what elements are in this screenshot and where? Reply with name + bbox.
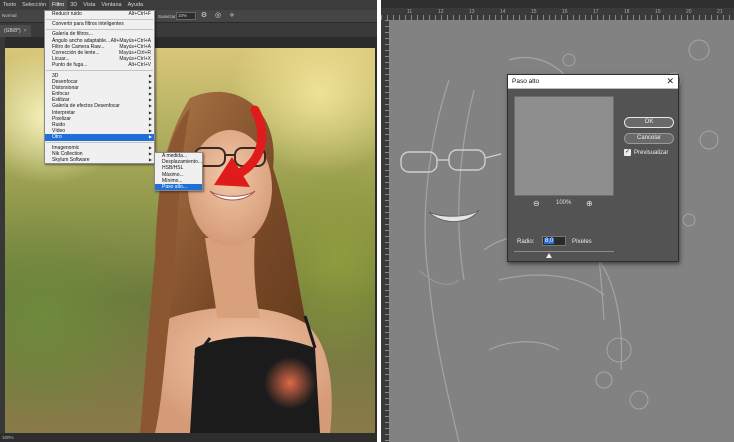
menu-item-label: Distorsionar (52, 84, 79, 91)
high-pass-dialog: Paso alto ✕ ⊖ 100% ⊕ OK Cancelar ✓ Previ… (507, 74, 679, 262)
menu-vista[interactable]: Vista (80, 0, 98, 10)
ruler-number: 18 (624, 9, 630, 15)
menu-separator (46, 142, 153, 144)
menu-item-label: Ruido (52, 122, 66, 128)
submenu-arrow-icon: ▶ (148, 156, 152, 162)
menu-item-label: Punto de fuga... (52, 62, 88, 69)
menu-item-otro[interactable]: Otro ▶ (45, 134, 154, 141)
menu-item-punto-de-fuga[interactable]: Punto de fuga... Alt+Ctrl+V (45, 62, 154, 68)
menu-ventana[interactable]: Ventana (98, 0, 124, 10)
preview-checkbox[interactable]: ✓ (624, 149, 631, 156)
radius-input[interactable]: 8,0 (542, 236, 566, 246)
menu-item-paso-alto[interactable]: Paso alto... (155, 183, 202, 191)
smoothing-label: Suavizar: (158, 14, 177, 19)
menu-item-label: Desenfocar (52, 78, 78, 85)
menu-item-label: 3D (52, 72, 59, 79)
menu-separator (46, 28, 153, 30)
ruler-number: 14 (500, 9, 506, 15)
menu-ayuda[interactable]: Ayuda (125, 0, 147, 10)
menu-separator (46, 18, 153, 20)
ruler-number: 15 (531, 9, 537, 15)
ruler-number: 11 (407, 9, 413, 15)
menu-item-label: Máximo... (162, 171, 184, 178)
menu-item-shortcut: Alt+Ctrl+F (128, 11, 151, 17)
vertical-ruler-right (381, 20, 389, 442)
menu-item-label: Desplazamiento... (162, 159, 203, 166)
preview-checkbox-label: Previsualizar (634, 149, 669, 156)
menu-item-label: Corrección de lente... (52, 49, 100, 56)
radius-slider-track[interactable] (514, 251, 614, 252)
menu-item-label: Convertir para filtros inteligentes (52, 21, 124, 28)
close-icon[interactable]: ✕ (666, 77, 674, 86)
ruler-number: 12 (438, 9, 444, 15)
menu-texto[interactable]: Texto (0, 0, 19, 10)
menu-item-label: HSB/HSL (162, 165, 184, 172)
smoothing-input[interactable]: 10% (176, 12, 196, 20)
gear-icon[interactable]: ⚙ (200, 12, 208, 20)
menu-item-label: Estilizar (52, 97, 70, 104)
menu-item-label: Galería de efectos Desenfocar (52, 103, 120, 110)
menu-item-label: A medida... (162, 153, 188, 159)
menu-item-label: Galería de filtros... (52, 31, 93, 38)
red-arrow-pointer (214, 105, 267, 187)
preview-thumbnail[interactable] (514, 96, 614, 196)
dialog-titlebar: Paso alto ✕ (508, 75, 678, 89)
menu-seleccion[interactable]: Selección (19, 0, 49, 10)
ok-button[interactable]: OK (624, 117, 674, 128)
radius-label: Radio: (517, 239, 535, 245)
zoom-out-icon[interactable]: ⊖ (533, 199, 540, 208)
zoom-value: 100% (556, 200, 572, 206)
menu-separator (46, 70, 153, 71)
menu-item-label: Reducir ruido (52, 11, 82, 17)
symmetry-icon[interactable]: ⟡ (228, 12, 236, 20)
menu-filtro[interactable]: Filtro (49, 0, 68, 10)
menu-item-label: Filtro de Camera Raw... (52, 43, 105, 50)
photoshop-left-window: Texto Selección Filtro 3D Vista Ventana Ayuda … (0, 0, 377, 442)
otro-submenu: A medida... Desplazamiento... HSB/HSL Máxim… (154, 152, 203, 192)
cancel-button[interactable]: Cancelar (624, 133, 674, 144)
submenu-arrow-icon: ▶ (148, 134, 152, 140)
menu-bar: Texto Selección Filtro 3D Vista Ventana Ayuda (0, 0, 377, 10)
document-tab[interactable]: (GB/8*) × (0, 25, 31, 37)
menu-item-shortcut: Alt+Ctrl+V (128, 62, 151, 69)
radius-value: 8,0 (544, 238, 555, 244)
blend-mode-select[interactable]: Normal (2, 13, 17, 18)
ruler-number: 13 (469, 9, 475, 15)
zoom-in-icon[interactable]: ⊕ (586, 199, 593, 208)
menu-item-label: Ángulo ancho adaptable... (52, 37, 111, 44)
menu-item-label: Licuar... (52, 56, 70, 63)
document-tab-label: (GB/8*) (4, 28, 21, 34)
menu-item-label: Mínimo... (162, 177, 183, 184)
radius-slider-thumb[interactable] (546, 253, 552, 258)
radius-unit: Píxeles (572, 239, 592, 245)
status-bar: 100% (0, 433, 377, 442)
menu-item-label: Interpretar (52, 109, 76, 116)
ruler-number: 21 (717, 9, 723, 15)
ruler-number: 20 (686, 9, 692, 15)
zoom-controls: ⊖ 100% ⊕ (514, 199, 614, 209)
menu-item-label: Vídeo (52, 128, 66, 135)
pressure-icon[interactable]: ◎ (214, 12, 222, 20)
menu-item-reducir-ruido[interactable]: Reducir ruido Alt+Ctrl+F (45, 11, 154, 17)
menu-item-label: Imagenomic (52, 144, 80, 151)
dialog-title: Paso alto (512, 78, 540, 85)
menu-3d[interactable]: 3D (67, 0, 80, 10)
menu-item-label: Enfocar (52, 91, 70, 98)
screenshot-root: Texto Selección Filtro 3D Vista Ventana Ayuda … (0, 0, 734, 442)
ruler-number: 19 (655, 9, 661, 15)
menu-item-label: Paso alto... (162, 183, 188, 190)
filter-menu: Reducir ruido Alt+Ctrl+F Convertir para fi… (44, 10, 155, 165)
menu-item-convertir-para-filtros-inteligentes[interactable]: Convertir para filtros inteligentes (45, 21, 154, 27)
horizontal-ruler: 11 12 13 14 15 16 17 18 19 20 21 (381, 0, 734, 20)
ruler-number: 16 (562, 9, 568, 15)
menu-item-label: Nik Collection (52, 150, 83, 157)
menu-item-label: Skylum Software (52, 156, 90, 163)
photoshop-right-window: 11 12 13 14 15 16 17 18 19 20 21 Paso al… (381, 0, 734, 442)
menu-item-skylum-software[interactable]: Skylum Software ▶ (45, 157, 154, 163)
ruler-number: 17 (593, 9, 599, 15)
menu-item-label: Otro (52, 134, 62, 141)
close-icon[interactable]: × (24, 28, 27, 34)
menu-item-label: Pixelizar (52, 115, 71, 122)
